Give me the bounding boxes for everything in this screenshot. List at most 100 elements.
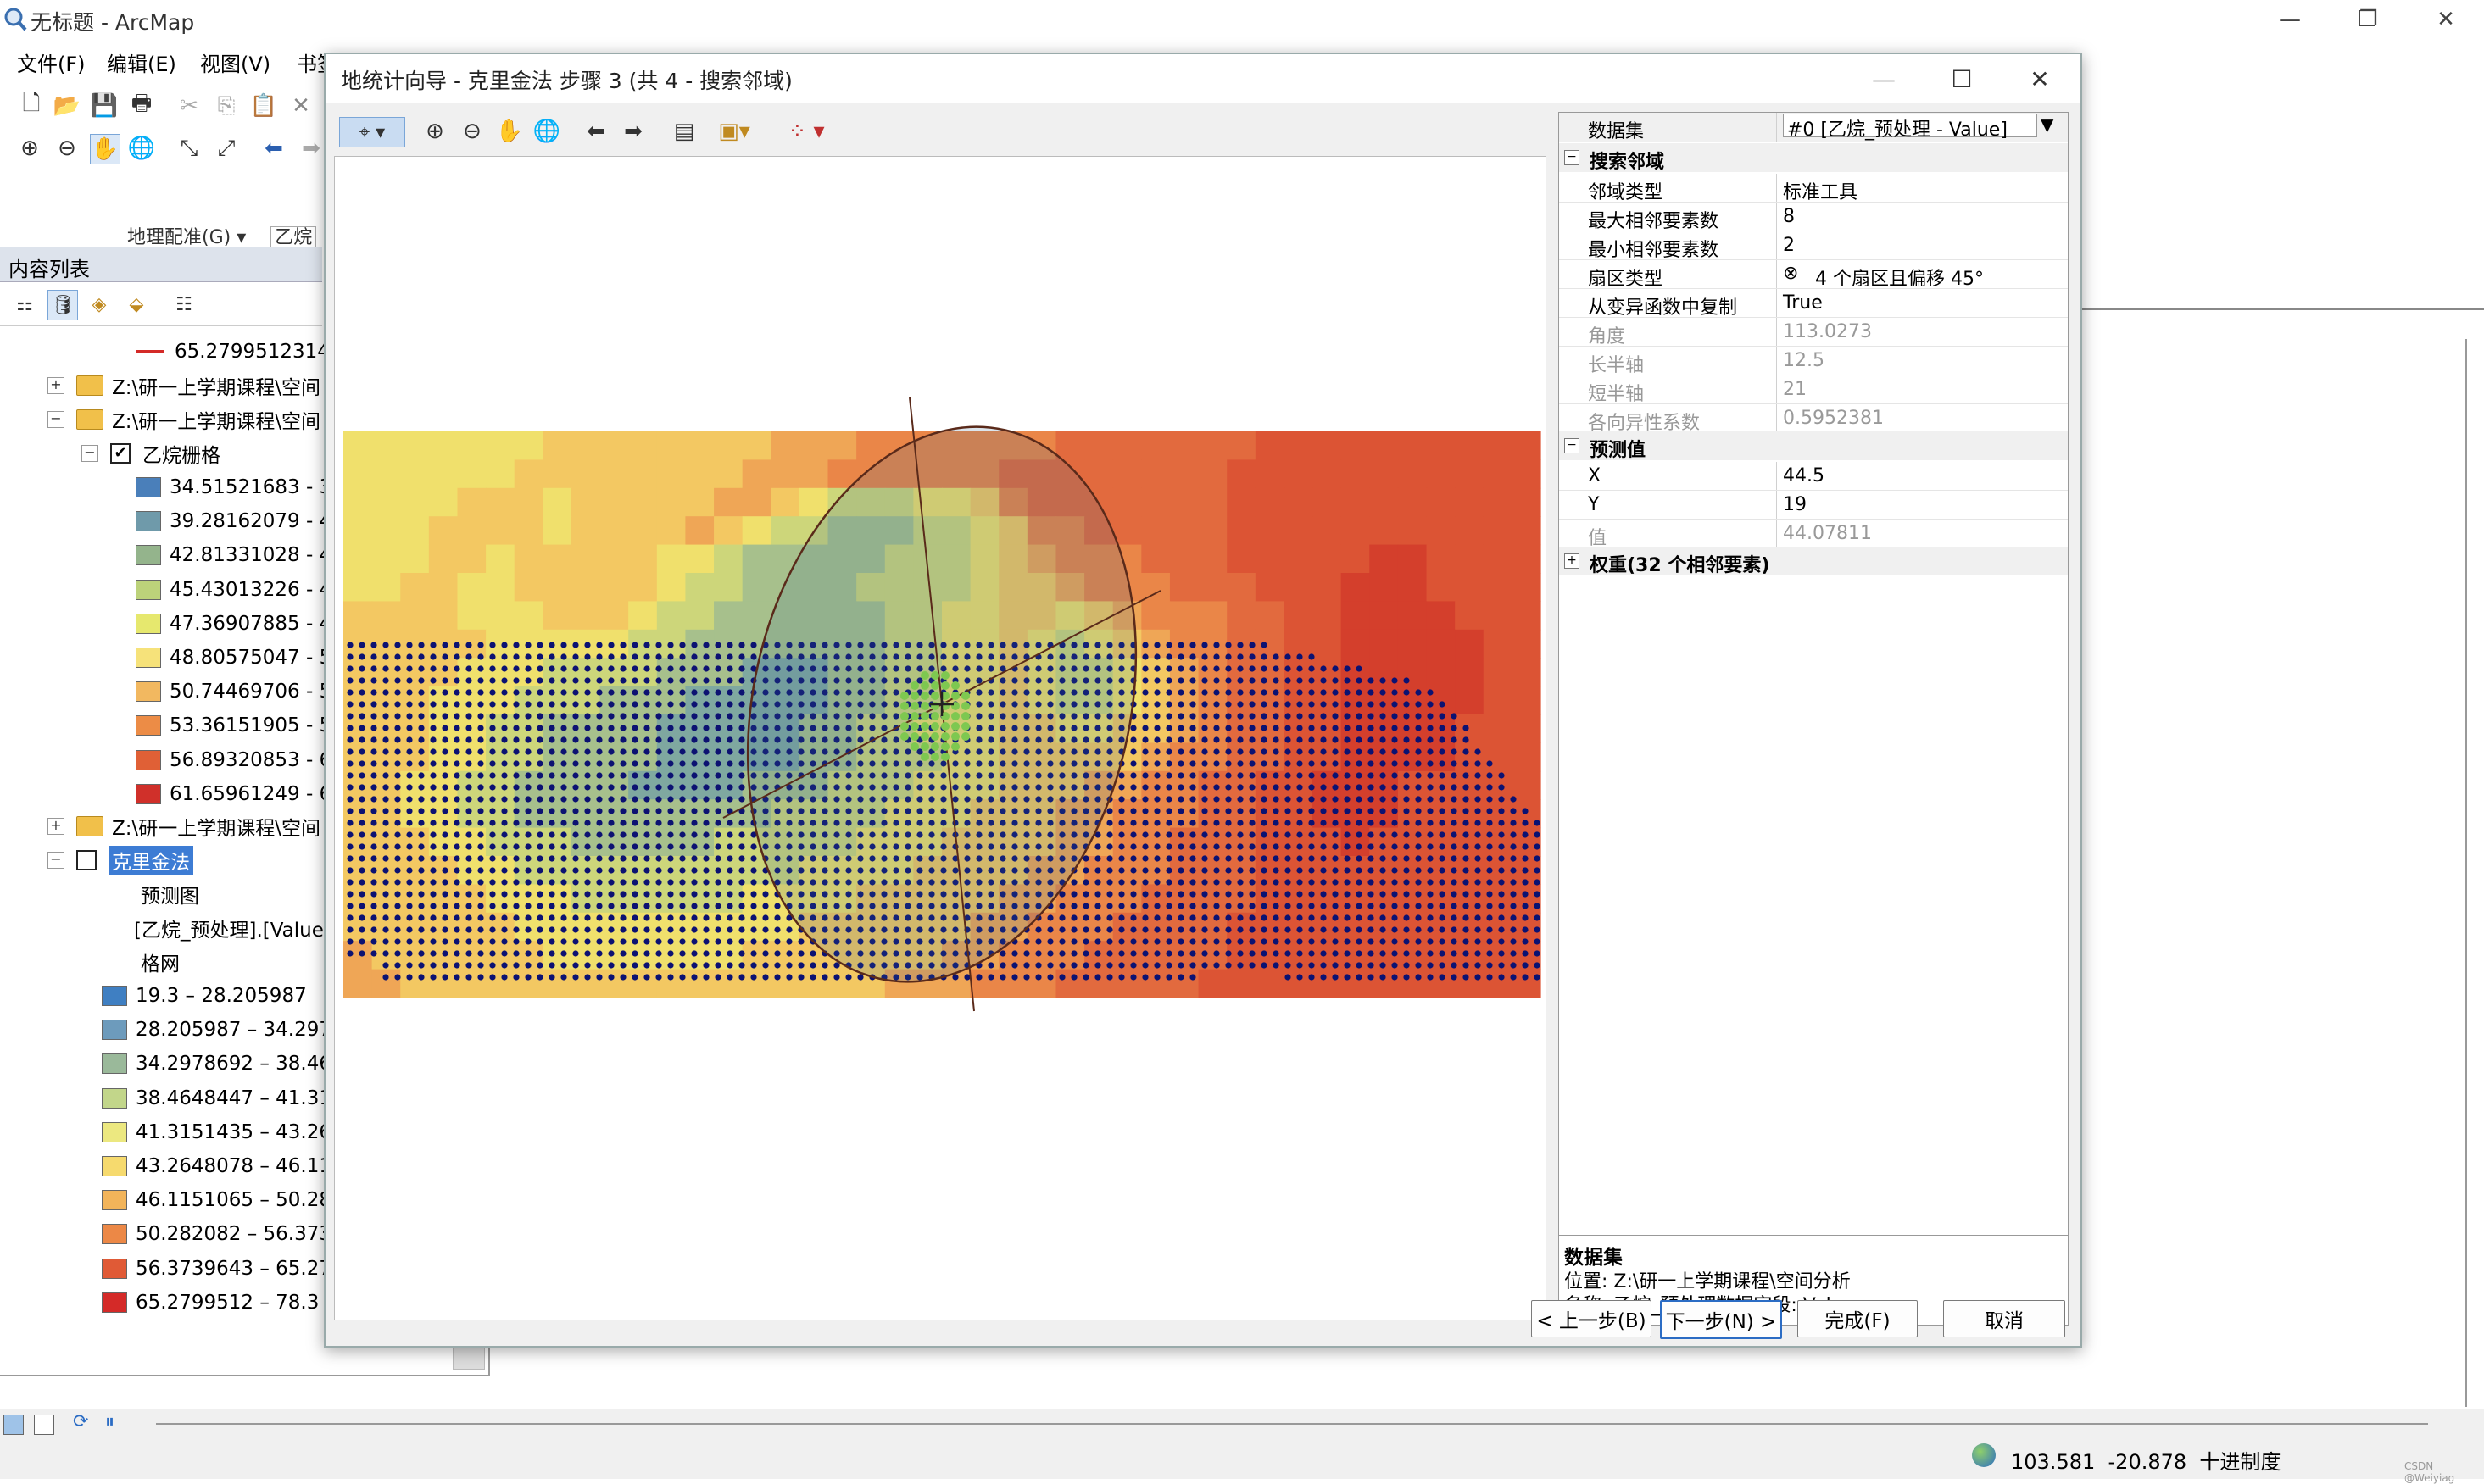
forward-arrow-icon[interactable]: ➡ xyxy=(297,134,326,163)
pause-drawing-icon[interactable]: ⏸ xyxy=(105,1411,114,1432)
cancel-button[interactable]: 取消 xyxy=(1943,1300,2065,1337)
property-row[interactable]: 扇区类型 4 个扇区且偏移 45° ⊗ xyxy=(1559,260,2068,291)
collapse-icon[interactable]: − xyxy=(81,445,98,462)
back-button[interactable]: < 上一步(B) xyxy=(1531,1300,1651,1337)
legend-icon[interactable]: ▤ xyxy=(670,117,699,146)
minimize-button[interactable]: — xyxy=(2252,0,2328,39)
print-icon[interactable]: 🖶 xyxy=(127,91,156,120)
expand-icon[interactable]: + xyxy=(1564,553,1579,569)
layer-label-selected[interactable]: 克里金法 xyxy=(109,846,193,875)
georeferencing-menu[interactable]: 地理配准(G) ▾ xyxy=(127,227,246,248)
back-arrow-icon[interactable]: ⬅ xyxy=(259,134,288,163)
collapse-icon[interactable]: − xyxy=(1564,438,1579,453)
symbology-options-icon[interactable]: ⁘ ▾ xyxy=(777,117,836,146)
zoom-out-icon[interactable]: ⊖ xyxy=(53,134,81,163)
list-by-source-icon[interactable]: 🛢 xyxy=(47,290,78,320)
vertical-scrollbar[interactable] xyxy=(2465,339,2467,1407)
data-point xyxy=(418,808,425,814)
open-folder-icon[interactable]: 📂 xyxy=(53,92,81,120)
toc-layer-raster[interactable]: − ✔ 乙烷栅格 xyxy=(81,437,220,470)
layer-dropdown[interactable]: 乙烷 xyxy=(270,226,317,249)
dataset-row[interactable]: 数据集 #0 [乙烷_预处理 - Value] ▼ xyxy=(1559,113,2068,142)
toc-options-icon[interactable]: ☷ xyxy=(170,290,198,319)
property-row[interactable]: 从变异函数中复制 True xyxy=(1559,289,2068,319)
toc-group-1[interactable]: + Z:\研一上学期课程\空间 xyxy=(47,370,320,402)
delete-icon[interactable]: ✕ xyxy=(287,92,315,120)
layer-options-icon[interactable]: ▣▾ xyxy=(709,117,760,146)
dialog-close-button[interactable]: ✕ xyxy=(2001,54,2079,103)
chevron-down-icon[interactable]: ▼ xyxy=(2041,114,2053,135)
property-value[interactable]: 8 xyxy=(1783,206,1795,227)
georeferencing-toolbar[interactable]: 地理配准(G) ▾ 乙烷 xyxy=(127,222,317,249)
data-view-icon[interactable] xyxy=(3,1415,24,1435)
expand-icon[interactable]: + xyxy=(47,818,64,835)
menu-edit[interactable]: 编辑(E) xyxy=(107,47,176,77)
map-preview[interactable] xyxy=(334,156,1546,1320)
data-point xyxy=(1474,748,1481,755)
expand-icon[interactable]: + xyxy=(47,377,64,394)
data-point xyxy=(1118,784,1125,791)
prediction-map-svg[interactable] xyxy=(335,157,1546,1320)
property-value[interactable]: 44.5 xyxy=(1783,465,1824,486)
property-row[interactable]: 邻域类型 标准工具 xyxy=(1559,174,2068,203)
new-document-icon[interactable]: 🗋 xyxy=(17,91,46,120)
full-extent-globe-icon[interactable]: 🌐 xyxy=(127,134,156,163)
toc-group-3[interactable]: + Z:\研一上学期课程\空间 xyxy=(47,810,320,842)
pan-hand-icon[interactable]: ✋ xyxy=(90,134,120,164)
predicted-value-group[interactable]: − 预测值 xyxy=(1559,431,2068,461)
save-icon[interactable]: 💾 xyxy=(90,92,119,120)
next-button[interactable]: 下一步(N) > xyxy=(1660,1300,1782,1339)
zoom-in-icon[interactable]: ⊕ xyxy=(420,117,449,146)
zoom-out-icon[interactable]: ⊖ xyxy=(458,117,487,146)
list-by-selection-icon[interactable]: ⬙ xyxy=(122,290,151,319)
data-point xyxy=(537,962,543,969)
toc-layer-kriging[interactable]: − 克里金法 xyxy=(47,844,193,876)
paste-icon[interactable]: 📋 xyxy=(249,92,278,120)
zoom-in-icon[interactable]: ⊕ xyxy=(15,134,44,163)
cut-icon[interactable]: ✂ xyxy=(175,92,203,120)
dialog-maximize-button[interactable]: ☐ xyxy=(1923,54,2001,103)
fixed-zoom-out-icon[interactable]: ⤢ xyxy=(212,134,241,163)
layer-visibility-checkbox[interactable] xyxy=(76,850,97,870)
data-point xyxy=(1439,736,1445,743)
collapse-icon[interactable]: − xyxy=(1564,150,1579,165)
data-point xyxy=(560,903,567,909)
fixed-zoom-in-icon[interactable]: ⤡ xyxy=(175,134,203,163)
menu-view[interactable]: 视图(V) xyxy=(200,47,270,77)
search-neighborhood-group[interactable]: − 搜索邻域 xyxy=(1559,143,2068,173)
property-value[interactable]: True xyxy=(1783,292,1823,314)
list-by-visibility-icon[interactable]: ◈ xyxy=(85,290,114,319)
layout-view-icon[interactable] xyxy=(34,1415,54,1435)
collapse-icon[interactable]: − xyxy=(47,852,64,869)
identify-value-tool-icon[interactable]: ⌖ ▾ xyxy=(339,117,405,147)
pan-hand-icon[interactable]: ✋ xyxy=(495,117,524,146)
refresh-icon[interactable]: ⟳ xyxy=(73,1411,88,1432)
map-view-area[interactable] xyxy=(2080,308,2484,1412)
property-value[interactable]: 标准工具 xyxy=(1783,177,1857,204)
weights-group[interactable]: + 权重(32 个相邻要素) xyxy=(1559,547,2068,576)
close-button[interactable]: ✕ xyxy=(2408,0,2484,39)
finish-button[interactable]: 完成(F) xyxy=(1797,1300,1918,1337)
layer-visibility-checkbox[interactable]: ✔ xyxy=(110,443,131,464)
surface-cell xyxy=(1227,487,1256,517)
forward-arrow-icon[interactable]: ➡ xyxy=(619,117,648,146)
toc-group-2[interactable]: − Z:\研一上学期课程\空间 xyxy=(47,403,320,436)
property-value[interactable]: 4 个扇区且偏移 45° xyxy=(1783,264,1984,291)
list-by-drawing-order-icon[interactable]: ⚏ xyxy=(10,290,39,319)
collapse-icon[interactable]: − xyxy=(47,411,64,428)
dialog-minimize-button[interactable]: — xyxy=(1845,54,1923,103)
back-arrow-icon[interactable]: ⬅ xyxy=(582,117,610,146)
copy-icon[interactable]: ⎘ xyxy=(212,92,241,120)
property-row[interactable]: 最大相邻要素数 8 xyxy=(1559,203,2068,232)
menu-file[interactable]: 文件(F) xyxy=(17,47,86,77)
property-row[interactable]: Y 19 xyxy=(1559,491,2068,520)
restore-button[interactable]: ❐ xyxy=(2330,0,2406,39)
surface-cell xyxy=(1340,827,1370,857)
horizontal-scrollbar[interactable] xyxy=(156,1423,2428,1425)
property-row[interactable]: 最小相邻要素数 2 xyxy=(1559,231,2068,261)
full-extent-globe-icon[interactable]: 🌐 xyxy=(532,117,561,146)
dataset-select[interactable]: #0 [乙烷_预处理 - Value] xyxy=(1783,114,2037,141)
property-value[interactable]: 2 xyxy=(1783,235,1795,256)
property-value[interactable]: 19 xyxy=(1783,494,1807,515)
property-row[interactable]: X 44.5 xyxy=(1559,462,2068,491)
